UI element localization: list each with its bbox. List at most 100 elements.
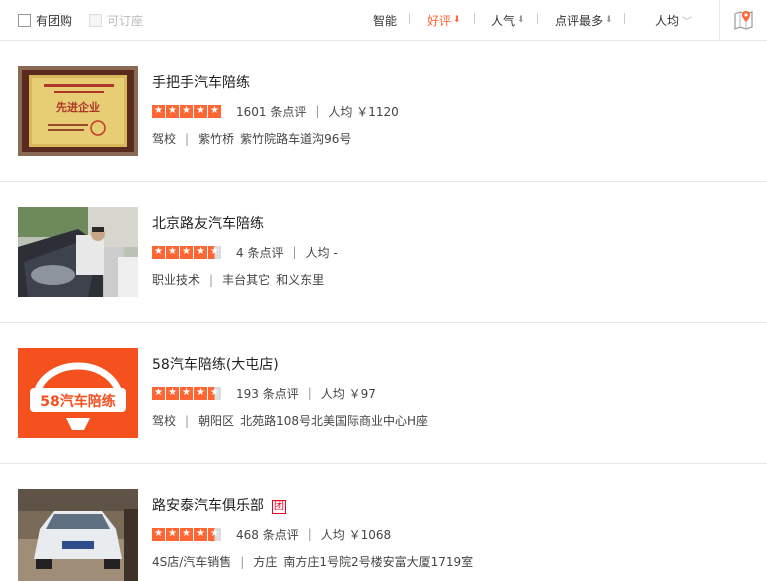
- shop-category[interactable]: 4S店/汽车销售: [152, 555, 231, 569]
- divider: |: [292, 245, 297, 259]
- shop-category[interactable]: 职业技术: [152, 273, 200, 287]
- star-icon: [166, 104, 179, 118]
- shop-tags: 职业技术 | 丰台其它 和义东里: [152, 271, 324, 288]
- arrow-down-icon: ⬇: [517, 15, 525, 25]
- shop-name[interactable]: 手把手汽车陪练: [152, 72, 250, 92]
- divider: [474, 13, 475, 24]
- bookable-label: 可订座: [107, 13, 144, 28]
- map-view-button[interactable]: [719, 0, 767, 41]
- divider: |: [185, 132, 190, 146]
- divider: |: [307, 527, 312, 541]
- shop-thumbnail[interactable]: [18, 489, 138, 581]
- star-icon: [180, 386, 193, 400]
- rating-row: 193 条点评 | 人均 ￥97: [152, 385, 376, 401]
- white-car-photo: [18, 489, 138, 581]
- star-icon: [152, 245, 165, 259]
- shop-area[interactable]: 丰台其它: [222, 273, 270, 287]
- shop-list-item[interactable]: 路安泰汽车俱乐部团 468 条点评 | 人均 ￥1068 4S店/汽车销售 | 方庄…: [0, 464, 767, 581]
- star-icon: [166, 527, 179, 541]
- bookable-checkbox[interactable]: 可订座: [89, 12, 143, 28]
- divider: |: [209, 273, 214, 287]
- shop-thumbnail[interactable]: 先进企业: [18, 66, 138, 156]
- star-icon: [166, 386, 179, 400]
- shop-address: 和义东里: [276, 273, 325, 287]
- star-icon: [208, 104, 221, 118]
- star-icon: [166, 245, 179, 259]
- checkbox-box[interactable]: [89, 13, 102, 27]
- star-rating: [152, 527, 222, 541]
- sort-good-review-label: 好评: [427, 13, 452, 28]
- star-rating: [152, 245, 222, 259]
- shop-tags: 驾校 | 朝阳区 北苑路108号北美国际商业中心H座: [152, 412, 428, 429]
- shop-name-text[interactable]: 路安泰汽车俱乐部: [152, 498, 264, 514]
- group-buy-label: 有团购: [36, 13, 73, 28]
- sort-popularity-label: 人气: [491, 13, 516, 28]
- shop-area[interactable]: 紫竹桥: [198, 132, 234, 146]
- checkbox-box[interactable]: [18, 13, 31, 27]
- star-half-icon: [208, 527, 221, 541]
- review-count[interactable]: 468 条点评: [236, 526, 299, 543]
- shop-area[interactable]: 朝阳区: [198, 414, 234, 428]
- shop-thumbnail[interactable]: [18, 207, 138, 297]
- star-icon: [180, 104, 193, 118]
- filter-bar: 有团购 可订座 智能 好评 ⬇ 人气 ⬇ 点评最多 ⬇ 人均 ﹀: [0, 0, 767, 41]
- star-icon: [152, 104, 165, 118]
- sort-per-capita[interactable]: 人均 ﹀: [655, 11, 692, 29]
- shop-tags: 4S店/汽车销售 | 方庄 南方庄1号院2号楼安富大厦1719室: [152, 553, 473, 570]
- divider: |: [315, 104, 320, 118]
- sort-good-review[interactable]: 好评 ⬇: [427, 11, 461, 29]
- star-rating: [152, 104, 222, 118]
- shop-name[interactable]: 路安泰汽车俱乐部团: [152, 495, 286, 515]
- shop-address: 紫竹院路车道沟96号: [240, 132, 352, 146]
- car-repair-photo: [18, 207, 138, 297]
- chevron-down-icon: ﹀: [682, 16, 693, 28]
- divider: |: [307, 386, 312, 400]
- divider: |: [240, 555, 245, 569]
- star-icon: [194, 386, 207, 400]
- group-buy-badge[interactable]: 团: [272, 500, 286, 514]
- star-icon: [194, 245, 207, 259]
- sort-smart-label: 智能: [373, 13, 398, 28]
- star-half-icon: [208, 386, 221, 400]
- shop-list-item[interactable]: 北京路友汽车陪练 4 条点评 | 人均 - 职业技术 | 丰台其它和义东里: [0, 182, 767, 323]
- star-icon: [152, 386, 165, 400]
- shop-name[interactable]: 北京路友汽车陪练: [152, 213, 264, 233]
- rating-row: 4 条点评 | 人均 -: [152, 244, 338, 260]
- shop-tags: 驾校 | 紫竹桥 紫竹院路车道沟96号: [152, 130, 351, 147]
- avg-price: 人均 -: [305, 245, 338, 260]
- certificate-plaque-image: 先进企业: [18, 66, 138, 156]
- shop-category[interactable]: 驾校: [152, 132, 176, 146]
- sort-most-reviews[interactable]: 点评最多 ⬇: [555, 11, 613, 29]
- sort-popularity[interactable]: 人气 ⬇: [491, 11, 525, 29]
- star-icon: [152, 527, 165, 541]
- shop-list-item[interactable]: 先进企业 手把手汽车陪练 1601 条点评 | 人均 ￥1120 驾校 | 紫竹桥紫…: [0, 41, 767, 182]
- star-icon: [180, 527, 193, 541]
- review-count[interactable]: 1601 条点评: [236, 103, 306, 120]
- divider: |: [185, 414, 190, 428]
- star-half-icon: [208, 245, 221, 259]
- divider: [409, 13, 410, 24]
- certificate-text: 先进企业: [56, 100, 100, 114]
- shop-area[interactable]: 方庄: [253, 555, 277, 569]
- group-buy-checkbox[interactable]: 有团购: [18, 12, 72, 28]
- shop-address: 南方庄1号院2号楼安富大厦1719室: [283, 555, 474, 569]
- sort-smart[interactable]: 智能: [373, 11, 397, 29]
- arrow-down-icon: ⬇: [605, 15, 613, 25]
- shop-name[interactable]: 58汽车陪练(大屯店): [152, 354, 279, 374]
- star-icon: [180, 245, 193, 259]
- map-icon: [734, 11, 753, 30]
- star-icon: [194, 527, 207, 541]
- rating-row: 468 条点评 | 人均 ￥1068: [152, 526, 391, 542]
- star-rating: [152, 386, 222, 400]
- shop-thumbnail[interactable]: 58汽车陪练: [18, 348, 138, 438]
- logo-text: 58汽车陪练: [40, 393, 115, 410]
- review-count[interactable]: 4 条点评: [236, 244, 283, 261]
- review-count[interactable]: 193 条点评: [236, 385, 299, 402]
- sort-most-reviews-label: 点评最多: [555, 13, 604, 28]
- shop-list-item[interactable]: 58汽车陪练 58汽车陪练(大屯店) 193 条点评 | 人均 ￥97 驾校 | 朝…: [0, 323, 767, 464]
- avg-price: 人均 ￥1120: [328, 104, 399, 119]
- rating-row: 1601 条点评 | 人均 ￥1120: [152, 103, 399, 119]
- shop-category[interactable]: 驾校: [152, 414, 176, 428]
- shop-address: 北苑路108号北美国际商业中心H座: [240, 414, 429, 428]
- arrow-down-icon: ⬇: [453, 15, 461, 25]
